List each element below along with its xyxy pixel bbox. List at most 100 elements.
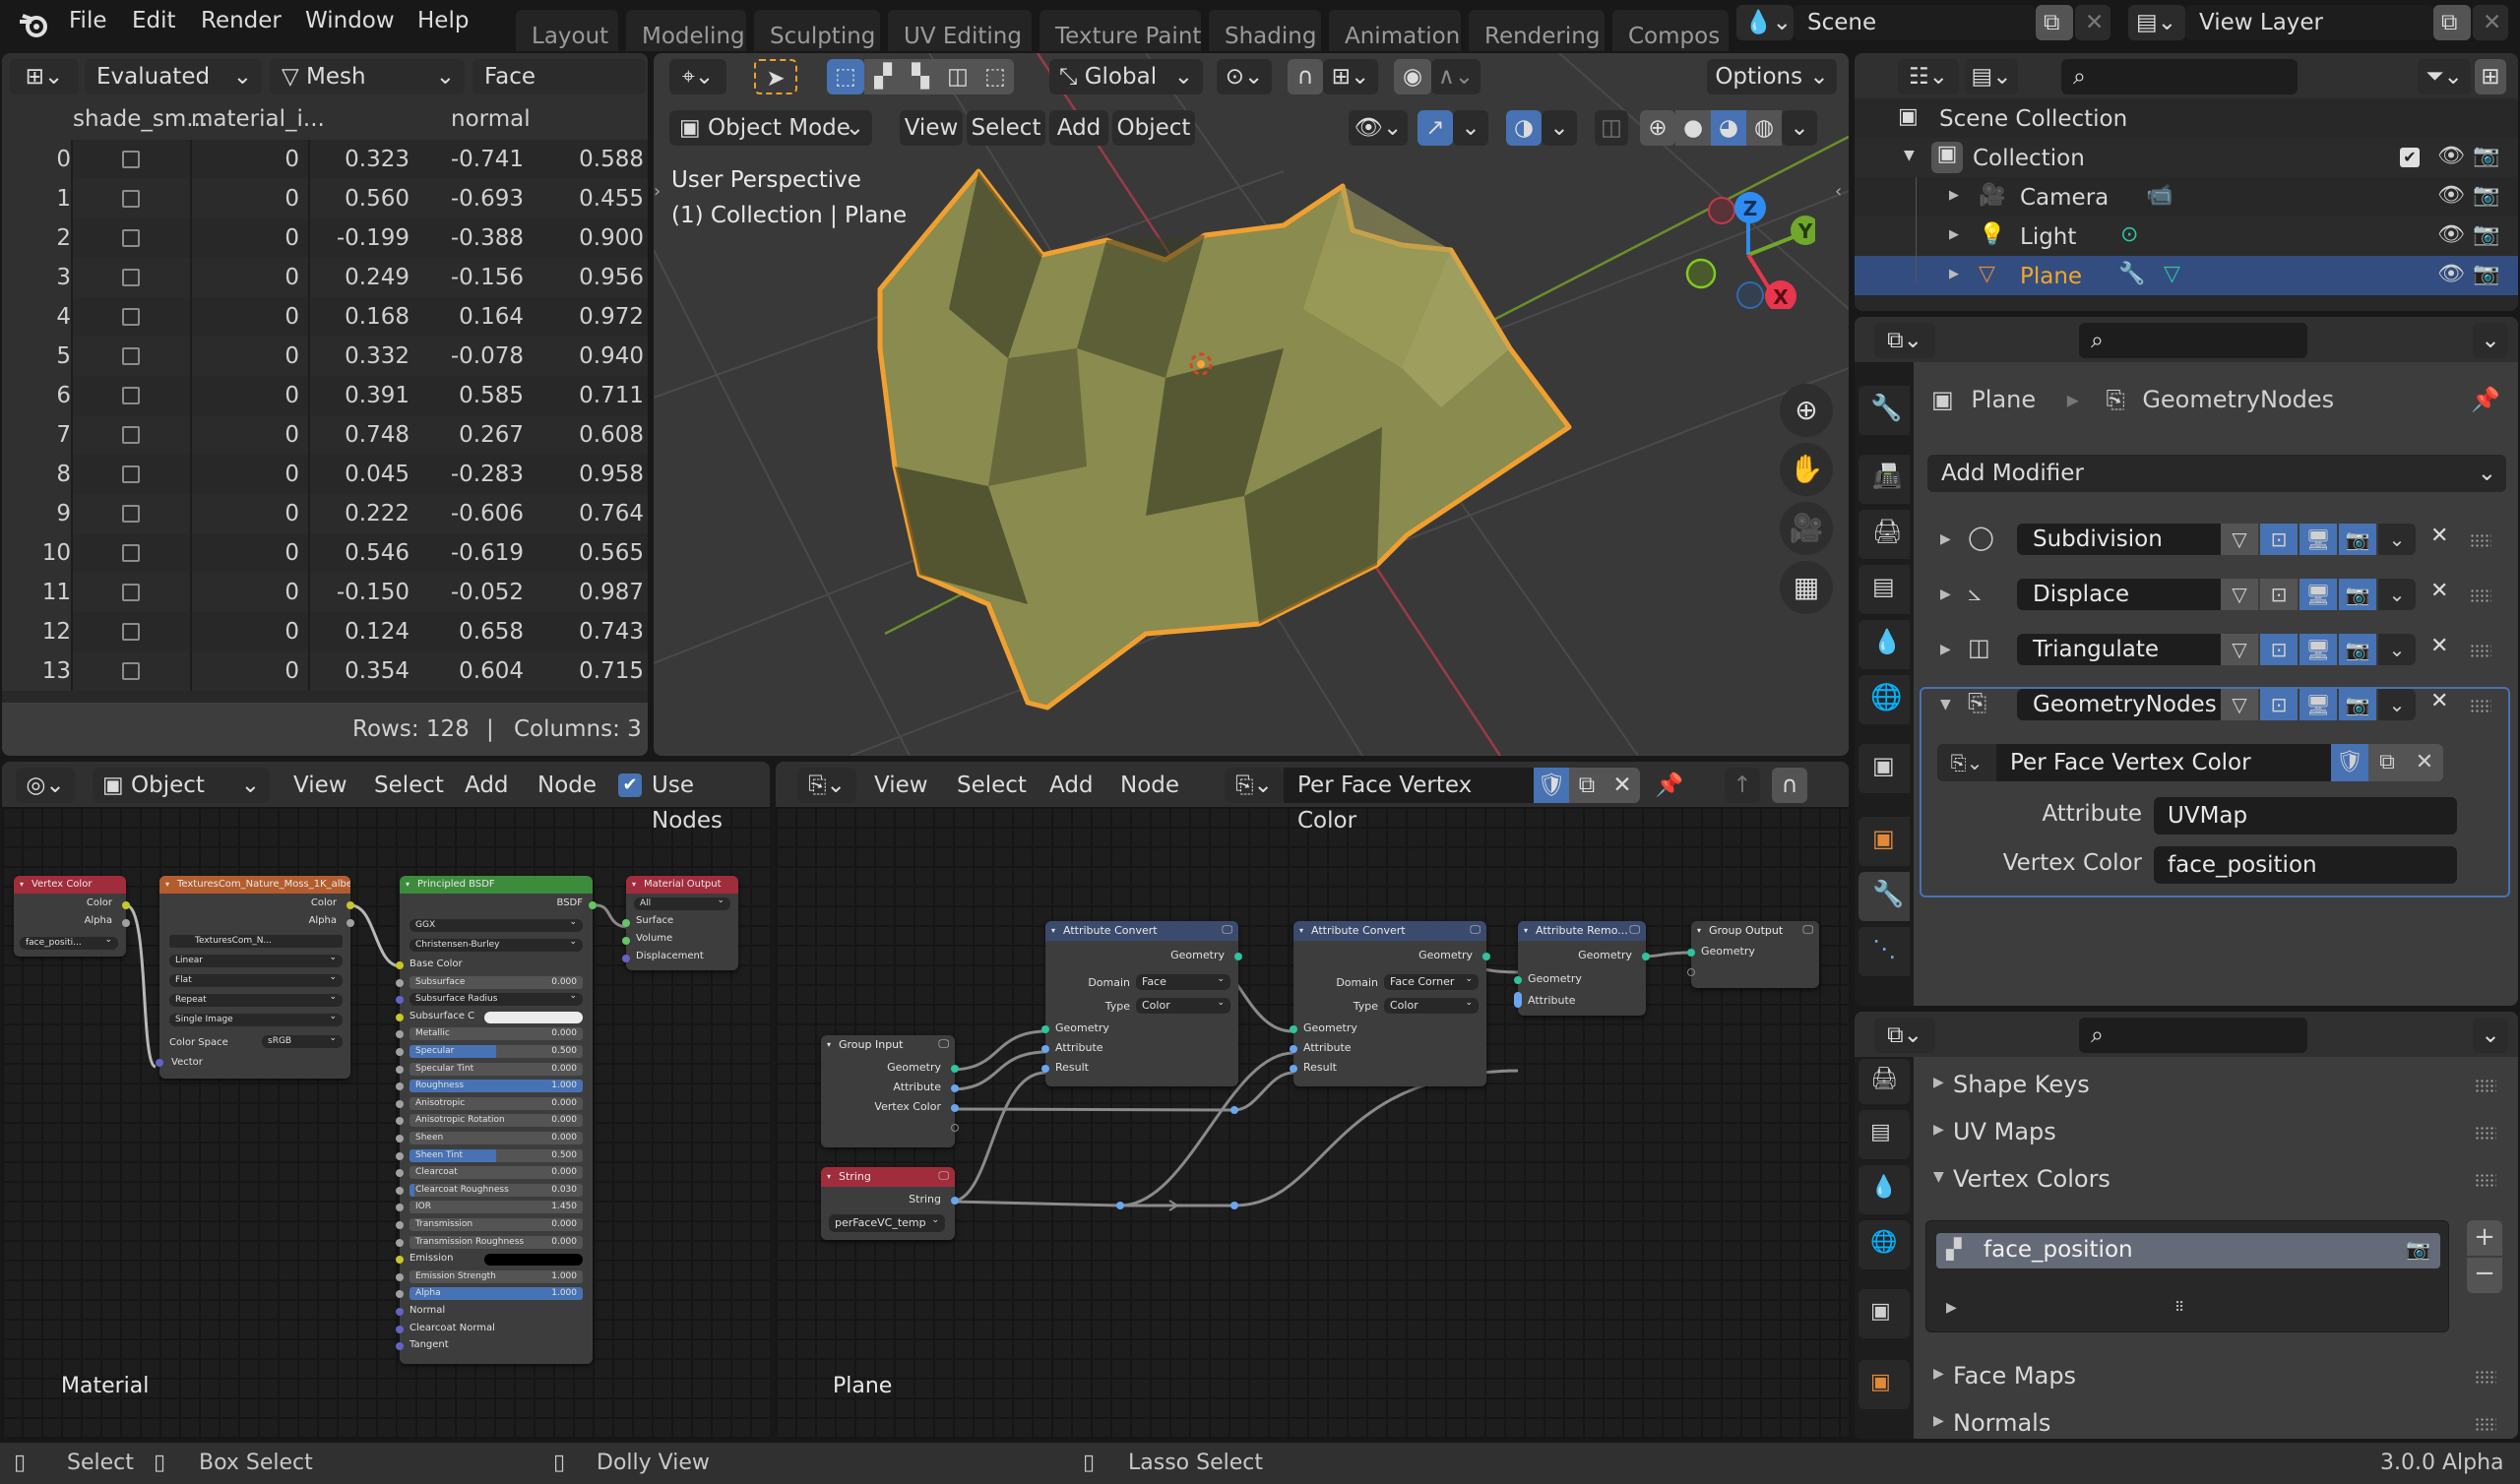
tab-object[interactable]: ▣ bbox=[1858, 1360, 1910, 1409]
duplicate-node-group-button[interactable]: ⧉ bbox=[2368, 744, 2406, 781]
tab-world[interactable]: 🌐 bbox=[1858, 675, 1910, 724]
object-type-dropdown[interactable]: ▽ Mesh ⌄ bbox=[270, 59, 465, 94]
node-group-browse-button[interactable]: ⎘⌄ bbox=[1937, 744, 1996, 781]
expand-arrow-icon[interactable]: ▼ bbox=[1904, 148, 1915, 163]
input-roughness[interactable]: Roughness 1.000 bbox=[410, 1080, 583, 1093]
node-socket[interactable] bbox=[951, 1065, 959, 1073]
3d-viewport[interactable]: ⌖⌄ ➤ ⬚ ▞ ▚ ◫ ⬚ ⤡ Global ⌄ ⊙⌄ ∩ ⊞⌄ ◉ ∧⌄ Op… bbox=[654, 53, 1849, 756]
node-group-input[interactable]: Group Input🖵 Geometry Attribute Vertex Colo… bbox=[821, 1035, 959, 1147]
input-anisotropic-rotation[interactable]: Anisotropic Rotation 0.000 bbox=[410, 1114, 583, 1128]
tab-animation[interactable]: Animation bbox=[1329, 10, 1461, 51]
zoom-view-button[interactable]: ⊕ bbox=[1780, 384, 1833, 437]
node-socket[interactable] bbox=[396, 1272, 404, 1281]
input-specular-tint[interactable]: Specular Tint 0.000 bbox=[410, 1062, 583, 1076]
node-group-output[interactable]: Group Output🖵 Geometry bbox=[1687, 921, 1819, 988]
shade-smooth-checkbox[interactable] bbox=[122, 465, 140, 483]
object-mode-dropdown[interactable]: ▣ Object Mode ⌄ bbox=[669, 110, 872, 146]
vertex-color-item[interactable]: ▞ face_position 📷 bbox=[1936, 1233, 2440, 1268]
tab-sculpting[interactable]: Sculpting bbox=[754, 10, 880, 51]
node-attribute-convert-2[interactable]: Attribute Convert🖵 Geometry Domain Face Cor… bbox=[1290, 921, 1490, 1086]
tab-shading[interactable]: Shading bbox=[1209, 10, 1321, 51]
viewport-toggle[interactable]: 🖥 bbox=[2300, 524, 2337, 555]
blender-logo-icon[interactable] bbox=[18, 10, 49, 39]
node-socket[interactable] bbox=[622, 955, 630, 962]
expand-arrow-icon[interactable]: ▼ bbox=[1933, 1169, 1944, 1185]
table-row[interactable]: 9 0 0.222 -0.606 0.764 bbox=[2, 494, 648, 533]
node-socket[interactable] bbox=[156, 1059, 163, 1067]
node-socket[interactable] bbox=[396, 1342, 404, 1351]
input-transmission-roughness[interactable]: Transmission Roughness 0.000 bbox=[410, 1235, 583, 1249]
node-preview-icon[interactable]: 🖵 bbox=[938, 1037, 949, 1051]
node-socket[interactable] bbox=[1234, 953, 1242, 960]
node-socket[interactable] bbox=[396, 1238, 404, 1247]
expand-arrow-icon[interactable]: ▶ bbox=[1933, 1122, 1944, 1138]
shade-smooth-checkbox[interactable] bbox=[122, 151, 140, 168]
node-socket[interactable] bbox=[396, 1065, 404, 1074]
node-socket[interactable] bbox=[122, 901, 130, 909]
outliner-row-collection[interactable]: ▼ ▣ Collection ✔ 👁 📷 bbox=[1855, 138, 2518, 177]
type-dropdown[interactable]: Color bbox=[1136, 998, 1230, 1014]
display-mode-dropdown[interactable]: ▤⌄ bbox=[1965, 59, 2018, 94]
node-socket[interactable] bbox=[1041, 1065, 1049, 1073]
color-swatch[interactable] bbox=[484, 1254, 583, 1267]
select-mode-subtract-button[interactable]: ▚ bbox=[902, 59, 939, 94]
menu-object[interactable]: Object bbox=[1112, 110, 1195, 146]
snap-target-dropdown[interactable]: ⊞⌄ bbox=[1323, 59, 1378, 94]
evaluated-dropdown[interactable]: Evaluated ⌄ bbox=[85, 59, 262, 94]
input-clearcoat-roughness[interactable]: Clearcoat Roughness 0.030 bbox=[410, 1183, 583, 1197]
node-socket[interactable] bbox=[396, 1013, 404, 1021]
modifier-name-field[interactable]: Displace bbox=[2017, 579, 2221, 610]
camera-data-icon[interactable]: 📹 bbox=[2146, 183, 2173, 208]
node-socket[interactable] bbox=[951, 1104, 959, 1112]
new-collection-button[interactable]: ⊞ bbox=[2475, 59, 2506, 94]
node-attribute-remove[interactable]: Attribute Remo...🖵 Geometry Geometry Attrib… bbox=[1514, 921, 1650, 1016]
node-socket[interactable] bbox=[396, 1151, 404, 1160]
editor-type-button[interactable]: ⧉⌄ bbox=[1874, 1018, 1935, 1053]
data-search-input[interactable]: ⌕ bbox=[2079, 1018, 2307, 1053]
add-modifier-dropdown[interactable]: Add Modifier ⌄ bbox=[1927, 455, 2506, 492]
domain-dropdown[interactable]: Face bbox=[472, 59, 646, 94]
pan-view-button[interactable]: ✋ bbox=[1780, 443, 1833, 496]
outliner-row-light[interactable]: ▶ 💡 Light ⊙ 👁 📷 bbox=[1855, 216, 2518, 256]
input-anisotropic[interactable]: Anisotropic 0.000 bbox=[410, 1096, 583, 1110]
image-option-dropdown[interactable]: Repeat bbox=[169, 994, 343, 1007]
view-layer-name-field[interactable]: View Layer bbox=[2185, 5, 2433, 40]
node-socket[interactable] bbox=[1514, 976, 1522, 984]
xray-toggle[interactable]: ◫ bbox=[1595, 110, 1628, 146]
viewport-canvas[interactable] bbox=[654, 53, 1849, 756]
tab-uv-editing[interactable]: UV Editing bbox=[888, 10, 1032, 51]
node-socket[interactable] bbox=[396, 1186, 404, 1195]
menu-view[interactable]: View bbox=[900, 110, 963, 146]
render-camera-icon[interactable]: 📷 bbox=[2473, 262, 2499, 286]
unlink-node-group-button[interactable]: ✕ bbox=[2406, 744, 2443, 781]
tab-view-layer[interactable]: ▤ bbox=[1858, 1110, 1910, 1159]
shading-rendered-button[interactable]: ◍ bbox=[1746, 110, 1782, 146]
editmode-toggle[interactable]: ⊡ bbox=[2260, 579, 2298, 610]
menu-edit[interactable]: Edit bbox=[132, 8, 176, 33]
node-socket[interactable] bbox=[396, 1135, 404, 1143]
shade-smooth-checkbox[interactable] bbox=[122, 347, 140, 365]
toolbar-expand-handle[interactable]: › bbox=[654, 181, 665, 230]
reroute-node[interactable] bbox=[1116, 1202, 1124, 1209]
drag-handle[interactable] bbox=[2475, 1079, 2496, 1092]
modifier-extras-dropdown[interactable]: ⌄ bbox=[2378, 634, 2416, 665]
node-socket[interactable] bbox=[396, 1204, 404, 1212]
scene-selector-button[interactable]: 💧⌄ bbox=[1736, 5, 1794, 40]
shade-smooth-checkbox[interactable] bbox=[122, 269, 140, 286]
menu-add[interactable]: Add bbox=[1049, 110, 1108, 146]
shading-material-button[interactable]: ◕ bbox=[1711, 110, 1746, 146]
input-emission-strength[interactable]: Emission Strength 1.000 bbox=[410, 1269, 583, 1283]
node-socket[interactable] bbox=[396, 1256, 404, 1265]
node-socket[interactable] bbox=[396, 1099, 404, 1108]
render-toggle[interactable]: 📷 bbox=[2339, 524, 2376, 555]
fake-user-toggle[interactable]: 🛡 bbox=[2331, 744, 2368, 781]
shading-dropdown[interactable]: ⌄ bbox=[1782, 110, 1817, 146]
input-clearcoat[interactable]: Clearcoat 0.000 bbox=[410, 1166, 583, 1180]
tab-object[interactable]: ▣ bbox=[1858, 817, 1910, 866]
mesh-data-icon[interactable]: ▽ bbox=[2164, 262, 2180, 286]
tab-rendering[interactable]: Rendering bbox=[1469, 10, 1605, 51]
expand-arrow-icon[interactable]: ▶ bbox=[1933, 1413, 1944, 1429]
proportional-edit-toggle[interactable]: ◉ bbox=[1394, 59, 1431, 94]
eye-icon[interactable]: 👁 bbox=[2437, 144, 2465, 168]
tab-world[interactable]: 🌐 bbox=[1858, 1220, 1910, 1269]
